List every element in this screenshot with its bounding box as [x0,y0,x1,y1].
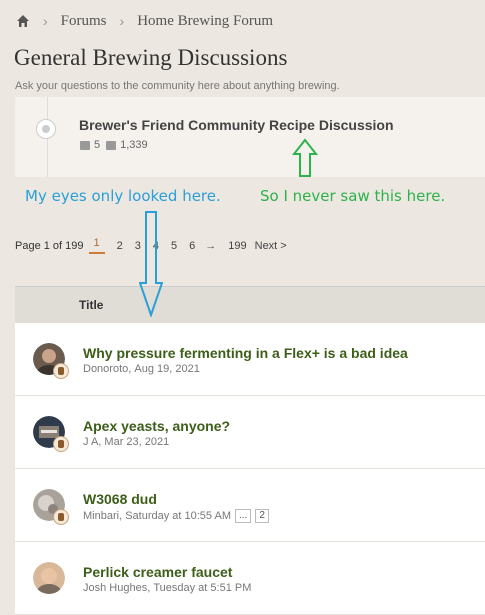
page-description: Ask your questions to the community here… [15,80,340,92]
annotation-green: So I never saw this here. [260,187,446,205]
breadcrumb: › Forums › Home Brewing Forum [16,11,273,31]
next-page-link[interactable]: Next > [255,240,287,252]
breadcrumb-home-brewing-forum[interactable]: Home Brewing Forum [137,13,273,30]
breadcrumb-forums[interactable]: Forums [61,13,107,30]
views-count: 1,339 [120,139,148,151]
thread-title[interactable]: Why pressure fermenting in a Flex+ is a … [83,345,408,361]
thread-meta: Donoroto, Aug 19, 2021 [83,363,200,375]
page-1-link[interactable]: 1 [88,237,105,254]
page-2-link[interactable]: 2 [117,240,123,252]
jump-arrow-icon[interactable]: → [205,240,216,252]
column-title-header[interactable]: Title [79,298,103,312]
sticky-thread-stats: 5 1,339 [80,139,148,151]
trophy-badge-icon [53,436,69,452]
thread-author[interactable]: Donoroto [83,363,128,375]
trophy-badge-icon [53,363,69,379]
thread-page-2-link[interactable]: 2 [255,509,269,523]
sticky-thread[interactable]: Brewer's Friend Community Recipe Discuss… [15,97,485,177]
thread-date[interactable]: Tuesday at 5:51 PM [153,582,251,594]
thread-meta: Minbari, Saturday at 10:55 AM ... 2 [83,509,269,523]
thread-date[interactable]: Saturday at 10:55 AM [125,510,231,522]
chevron-right-icon: › [119,13,125,29]
green-arrow-up-icon [291,138,319,177]
page-last-link[interactable]: 199 [228,240,246,252]
blue-arrow-down-icon [139,211,163,317]
page-5-link[interactable]: 5 [171,240,177,252]
thread-author[interactable]: Josh Hughes [83,582,147,594]
thread-row[interactable]: Why pressure fermenting in a Flex+ is a … [15,323,485,396]
thread-row[interactable]: Apex yeasts, anyone? J A, Mar 23, 2021 [15,396,485,469]
avatar[interactable] [33,562,65,594]
page-title: General Brewing Discussions [14,45,288,70]
thread-author[interactable]: Minbari [83,510,119,522]
thread-date[interactable]: Mar 23, 2021 [104,436,169,448]
thread-meta: J A, Mar 23, 2021 [83,436,170,448]
sticky-thread-title[interactable]: Brewer's Friend Community Recipe Discuss… [79,117,394,133]
home-icon[interactable] [16,14,30,28]
status-dot-icon [36,119,56,139]
thread-list-header: Title [15,286,485,323]
page-6-link[interactable]: 6 [189,240,195,252]
replies-icon [80,140,90,150]
thread-title[interactable]: Apex yeasts, anyone? [83,418,230,434]
thread-meta: Josh Hughes, Tuesday at 5:51 PM [83,582,252,594]
annotation-blue: My eyes only looked here. [25,187,221,205]
thread-date[interactable]: Aug 19, 2021 [134,363,199,375]
thread-page-ellipsis[interactable]: ... [235,509,252,523]
page-label: Page 1 of 199 [15,239,84,252]
chevron-right-icon: › [43,13,48,29]
replies-count: 5 [94,139,101,151]
thread-title[interactable]: Perlick creamer faucet [83,564,232,580]
thread-row[interactable]: W3068 dud Minbari, Saturday at 10:55 AM … [15,469,485,542]
thread-author[interactable]: J A [83,436,98,448]
thread-title[interactable]: W3068 dud [83,491,157,507]
views-icon [106,140,117,150]
trophy-badge-icon [53,509,69,525]
thread-row[interactable]: Perlick creamer faucet Josh Hughes, Tues… [15,542,485,615]
